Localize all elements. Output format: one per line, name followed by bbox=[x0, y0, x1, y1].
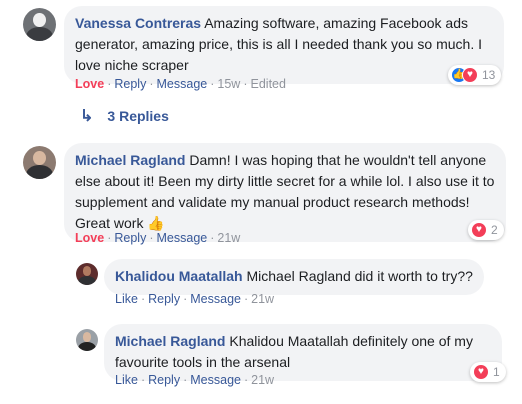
comment-author[interactable]: Michael Ragland bbox=[75, 152, 185, 168]
message-button[interactable]: Message bbox=[157, 231, 208, 245]
timestamp[interactable]: 21w bbox=[251, 373, 274, 387]
avatar[interactable] bbox=[76, 329, 98, 351]
reply-author[interactable]: Khalidou Maatallah bbox=[115, 268, 243, 284]
comment-bubble: Vanessa Contreras Amazing software, amaz… bbox=[64, 6, 504, 84]
comment-author[interactable]: Vanessa Contreras bbox=[75, 15, 201, 31]
reply-button[interactable]: Reply bbox=[114, 231, 146, 245]
love-button[interactable]: Love bbox=[75, 77, 104, 91]
thumbs-up-emoji: 👍 bbox=[147, 215, 165, 231]
comment-bubble: Michael Ragland Damn! I was hoping that … bbox=[64, 143, 506, 242]
comment-actions: Love · Reply · Message · 21w bbox=[75, 231, 241, 245]
reaction-count: 13 bbox=[482, 68, 496, 82]
reply-arrow-icon: ↳ bbox=[80, 108, 94, 125]
message-button[interactable]: Message bbox=[190, 373, 241, 387]
timestamp[interactable]: 21w bbox=[251, 292, 274, 306]
heart-icon: ♥ bbox=[471, 222, 487, 238]
reply-author[interactable]: Michael Ragland bbox=[115, 333, 225, 349]
like-button[interactable]: Like bbox=[115, 373, 138, 387]
replies-label: 3 Replies bbox=[107, 108, 169, 124]
edited-label[interactable]: Edited bbox=[251, 77, 286, 91]
message-button[interactable]: Message bbox=[190, 292, 241, 306]
reaction-count: 2 bbox=[491, 223, 498, 237]
avatar[interactable] bbox=[23, 8, 56, 41]
reaction-summary[interactable]: ♥ 1 bbox=[470, 362, 506, 382]
reply-actions: Like · Reply · Message · 21w bbox=[115, 373, 275, 387]
reply-button[interactable]: Reply bbox=[148, 292, 180, 306]
reaction-count: 1 bbox=[493, 365, 500, 379]
like-button[interactable]: Like bbox=[115, 292, 138, 306]
heart-icon: ♥ bbox=[473, 364, 489, 380]
reply-bubble: Khalidou Maatallah Michael Ragland did i… bbox=[104, 259, 484, 295]
timestamp[interactable]: 21w bbox=[217, 231, 240, 245]
message-button[interactable]: Message bbox=[157, 77, 208, 91]
reaction-summary[interactable]: 👍 ♥ 13 bbox=[448, 65, 502, 85]
avatar[interactable] bbox=[76, 263, 98, 285]
reply-button[interactable]: Reply bbox=[148, 373, 180, 387]
reaction-summary[interactable]: ♥ 2 bbox=[468, 220, 504, 240]
comment-actions: Love · Reply · Message · 15w · Edited bbox=[75, 77, 286, 91]
love-button[interactable]: Love bbox=[75, 231, 104, 245]
reply-button[interactable]: Reply bbox=[114, 77, 146, 91]
reply-actions: Like · Reply · Message · 21w bbox=[115, 292, 275, 306]
view-replies-button[interactable]: ↳ 3 Replies bbox=[80, 106, 169, 126]
avatar[interactable] bbox=[23, 146, 56, 179]
heart-icon: ♥ bbox=[462, 67, 478, 83]
reply-text: Michael Ragland did it worth to try?? bbox=[246, 268, 473, 284]
timestamp[interactable]: 15w bbox=[217, 77, 240, 91]
